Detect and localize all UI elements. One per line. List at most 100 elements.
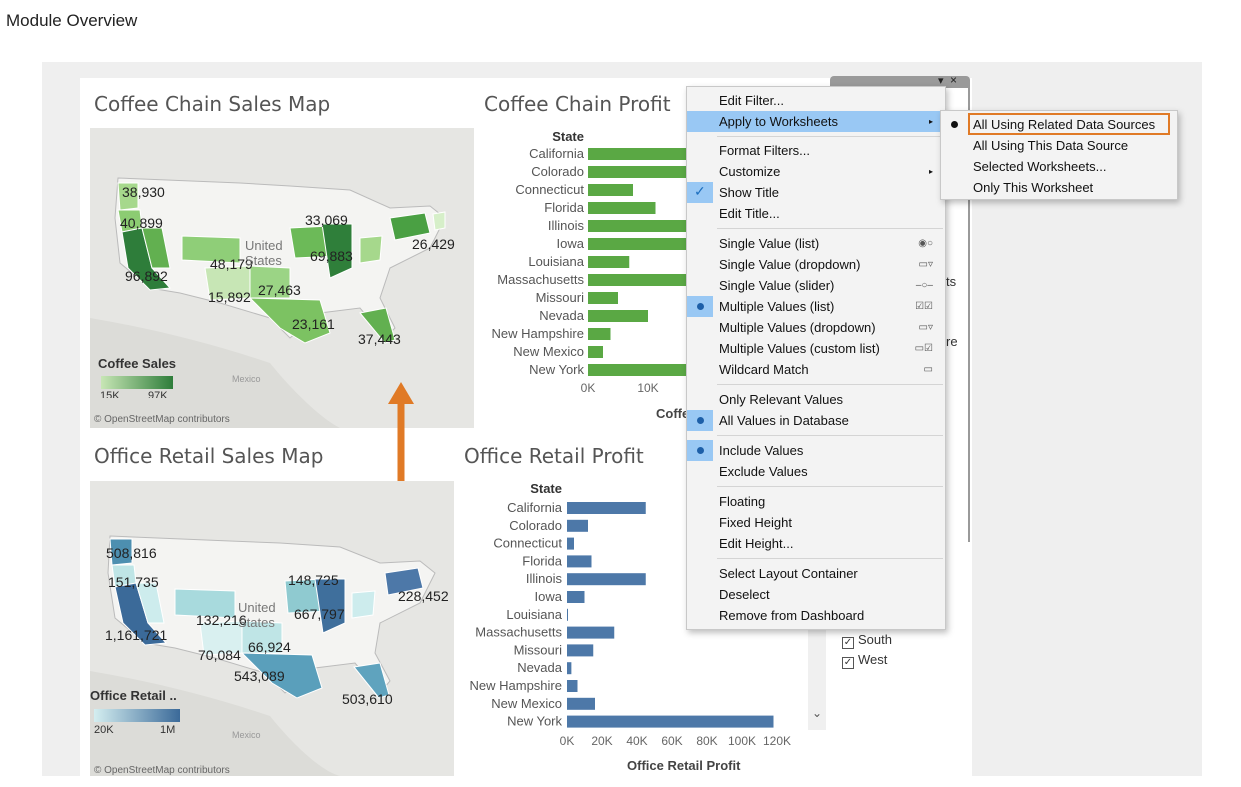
menu-item-remove-from-dashboard[interactable]: Remove from Dashboard: [687, 605, 945, 626]
submenu-item-only-this-worksheet[interactable]: Only This Worksheet: [941, 177, 1177, 198]
coffee-profit-axis-title: Coffe: [656, 406, 690, 421]
bar: [588, 274, 686, 286]
x-tick-label: 100K: [728, 734, 756, 748]
bar: [567, 697, 595, 710]
bar: [567, 715, 774, 728]
office-map-label: 508,816: [106, 545, 157, 561]
menu-item-label: Multiple Values (custom list): [719, 341, 880, 356]
menu-item-edit-height[interactable]: Edit Height...: [687, 533, 945, 554]
menu-item-single-value-list[interactable]: Single Value (list) ◉○: [687, 233, 945, 254]
menu-item-label: Only Relevant Values: [719, 392, 844, 407]
menu-item-label: Deselect: [719, 587, 770, 602]
coffee-legend-gradient: [101, 376, 173, 389]
bar: [588, 166, 686, 178]
office-map-label: 228,452: [398, 588, 449, 604]
filter-option-south[interactable]: ✓ South: [842, 632, 892, 649]
bar: [588, 184, 633, 196]
menu-item-edit-filter[interactable]: Edit Filter...: [687, 90, 945, 111]
x-tick-label: 20K: [591, 734, 612, 748]
menu-item-all-values-in-database[interactable]: All Values in Database: [687, 410, 945, 431]
menu-item-customize[interactable]: Customize ▸: [687, 161, 945, 182]
office-map-label: 543,089: [234, 668, 285, 684]
bar: [567, 591, 585, 603]
close-icon[interactable]: ×: [950, 73, 957, 87]
menu-item-format-filters[interactable]: Format Filters...: [687, 140, 945, 161]
office-legend-title: Office Retail ..: [90, 688, 177, 703]
bar: [588, 364, 686, 376]
office-profit-title: Office Retail Profit: [464, 444, 644, 468]
menu-item-show-title[interactable]: ✓ Show Title: [687, 182, 945, 203]
menu-separator: [717, 486, 943, 487]
coffee-map-attribution: © OpenStreetMap contributors: [94, 414, 230, 425]
filter-context-menu: Edit Filter... Apply to Worksheets ▸ Form…: [686, 86, 946, 630]
category-label: California: [529, 146, 585, 161]
submenu-item-selected-worksheets[interactable]: Selected Worksheets...: [941, 156, 1177, 177]
bar: [567, 519, 588, 532]
checkbox-checked-icon[interactable]: ✓: [842, 637, 854, 649]
highlight-box: [968, 113, 1170, 135]
category-label: Massachusetts: [475, 625, 562, 640]
menu-item-multiple-values-list[interactable]: Multiple Values (list) ☑☑: [687, 296, 945, 317]
menu-item-deselect[interactable]: Deselect: [687, 584, 945, 605]
coffee-map-mexico-label: Mexico: [232, 374, 261, 384]
category-label: Iowa: [535, 589, 563, 604]
page-title: Module Overview: [6, 11, 138, 30]
custom-list-icon: ▭☑: [914, 343, 933, 354]
office-map-title: Office Retail Sales Map: [94, 444, 324, 468]
x-tick-label: 0K: [581, 381, 596, 395]
category-label: Florida: [544, 200, 585, 215]
filter-option-west[interactable]: ✓ West: [842, 652, 887, 669]
menu-item-fixed-height[interactable]: Fixed Height: [687, 512, 945, 533]
x-tick-label: 40K: [626, 734, 647, 748]
menu-item-only-relevant-values[interactable]: Only Relevant Values: [687, 389, 945, 410]
submenu-item-label: Only This Worksheet: [973, 180, 1094, 195]
bar: [567, 662, 572, 675]
menu-gutter: [941, 114, 965, 135]
menu-separator: [717, 558, 943, 559]
slider-icon: –○–: [915, 280, 933, 291]
category-label: Connecticut: [493, 536, 562, 551]
menu-item-label: Single Value (slider): [719, 278, 835, 293]
check-icon: ✓: [694, 183, 706, 199]
menu-item-single-value-dropdown[interactable]: Single Value (dropdown) ▭▿: [687, 254, 945, 275]
bar: [567, 680, 578, 692]
column-header: State: [530, 481, 562, 496]
coffee-map-label: 69,883: [310, 248, 353, 264]
bar: [588, 148, 686, 160]
apply-to-worksheets-submenu: All Using Related Data Sources All Using…: [940, 110, 1178, 200]
menu-item-multiple-values-custom-list[interactable]: Multiple Values (custom list) ▭☑: [687, 338, 945, 359]
scroll-down-icon[interactable]: ⌄: [812, 706, 822, 720]
menu-item-exclude-values[interactable]: Exclude Values: [687, 461, 945, 482]
category-label: New York: [529, 362, 584, 377]
menu-item-floating[interactable]: Floating: [687, 491, 945, 512]
menu-item-label: Wildcard Match: [719, 362, 809, 377]
bar: [567, 573, 646, 586]
coffee-map-label: 15,892: [208, 289, 251, 305]
filter-partial-text: re: [946, 334, 958, 349]
checkbox-list-icon: ☑☑: [915, 301, 933, 312]
menu-gutter: [687, 296, 713, 317]
menu-item-include-values[interactable]: Include Values: [687, 440, 945, 461]
menu-item-label: Include Values: [719, 443, 804, 458]
menu-item-label: Multiple Values (list): [719, 299, 835, 314]
category-label: Illinois: [548, 218, 585, 233]
menu-item-label: Remove from Dashboard: [719, 608, 865, 623]
office-map-attribution: © OpenStreetMap contributors: [94, 765, 230, 776]
submenu-item-all-using-this-data-source[interactable]: All Using This Data Source: [941, 135, 1177, 156]
menu-item-edit-title[interactable]: Edit Title...: [687, 203, 945, 224]
x-tick-label: 80K: [696, 734, 717, 748]
checkbox-checked-icon[interactable]: ✓: [842, 657, 854, 669]
bar: [567, 537, 574, 550]
menu-item-wildcard-match[interactable]: Wildcard Match ▭: [687, 359, 945, 380]
office-legend-min: 20K: [94, 725, 114, 733]
menu-item-apply-to-worksheets[interactable]: Apply to Worksheets ▸: [687, 111, 945, 132]
selected-dot-icon: [697, 417, 704, 424]
bar: [588, 202, 656, 214]
menu-item-multiple-values-dropdown[interactable]: Multiple Values (dropdown) ▭▿: [687, 317, 945, 338]
coffee-map-label: 38,930: [122, 184, 165, 200]
menu-item-single-value-slider[interactable]: Single Value (slider) –○–: [687, 275, 945, 296]
chart-scrollbar[interactable]: ⌄: [808, 620, 826, 730]
menu-item-select-layout-container[interactable]: Select Layout Container: [687, 563, 945, 584]
selected-dot-icon: [697, 303, 704, 310]
office-map-label: 1,161,721: [105, 627, 168, 643]
